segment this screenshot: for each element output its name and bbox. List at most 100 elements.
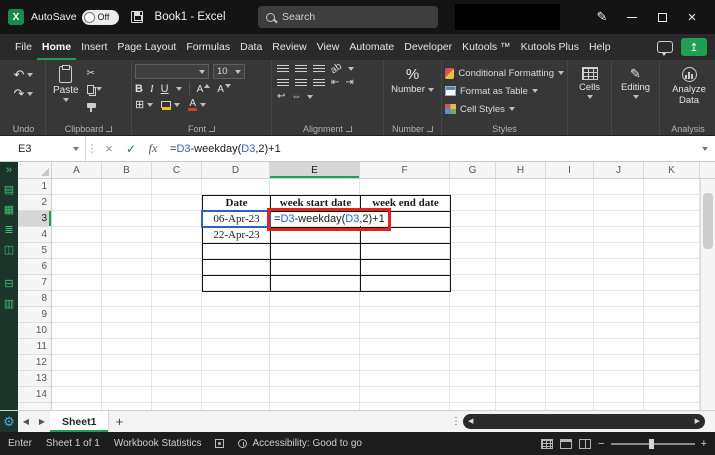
cell-D2[interactable]: Date bbox=[203, 196, 271, 212]
close-button[interactable]: × bbox=[677, 0, 707, 34]
tab-automate[interactable]: Automate bbox=[344, 34, 399, 60]
accessibility-status[interactable]: Accessibility: Good to go bbox=[238, 438, 362, 449]
row-header-10[interactable]: 10 bbox=[18, 323, 51, 339]
top-align-button[interactable] bbox=[277, 64, 289, 74]
tab-formulas[interactable]: Formulas bbox=[181, 34, 235, 60]
align-center-button[interactable] bbox=[295, 78, 307, 88]
sheet-tab-sheet1[interactable]: Sheet1 bbox=[50, 411, 110, 432]
excel-app-icon[interactable]: X bbox=[8, 9, 24, 25]
normal-view-button[interactable] bbox=[541, 438, 554, 449]
tab-page-layout[interactable]: Page Layout bbox=[112, 34, 181, 60]
zoom-slider-knob[interactable] bbox=[648, 438, 654, 449]
clipboard-dialog-launcher[interactable] bbox=[106, 126, 113, 132]
underline-button[interactable]: U bbox=[161, 83, 169, 95]
share-button[interactable]: ↥ bbox=[681, 38, 707, 56]
cell-E4[interactable] bbox=[271, 228, 361, 244]
column-header-K[interactable]: K bbox=[644, 162, 700, 178]
kutools-pane-icon-4[interactable]: ◫ bbox=[4, 245, 14, 256]
workbook-statistics[interactable]: Workbook Statistics bbox=[114, 438, 202, 449]
horizontal-scrollbar[interactable]: ◀ ▶ bbox=[463, 414, 705, 429]
tab-home[interactable]: Home bbox=[37, 34, 76, 60]
wrap-text-button[interactable]: ↩ bbox=[277, 92, 285, 102]
font-dialog-launcher[interactable] bbox=[209, 126, 215, 132]
column-header-H[interactable]: H bbox=[496, 162, 546, 178]
tab-help[interactable]: Help bbox=[584, 34, 616, 60]
scroll-left-icon[interactable]: ◀ bbox=[468, 418, 473, 425]
merge-center-button[interactable]: ⇔ bbox=[291, 92, 301, 102]
editing-button[interactable]: ✎ Editing bbox=[615, 64, 656, 99]
cell-F6[interactable] bbox=[361, 260, 451, 276]
row-header-11[interactable]: 11 bbox=[18, 339, 51, 355]
settings-gear-icon[interactable]: ⚙ bbox=[3, 415, 15, 428]
row-header-12[interactable]: 12 bbox=[18, 355, 51, 371]
tab-kutools[interactable]: Kutools ™ bbox=[457, 34, 515, 60]
number-dialog-launcher[interactable] bbox=[427, 126, 433, 132]
grid-canvas[interactable]: Date week start date week end date 06-Ap… bbox=[52, 179, 700, 410]
zoom-out-button[interactable]: − bbox=[598, 438, 604, 450]
name-box[interactable]: E3 bbox=[0, 136, 86, 161]
row-header-4[interactable]: 4 bbox=[18, 227, 51, 243]
bold-button[interactable]: B bbox=[135, 83, 143, 95]
column-header-E[interactable]: E bbox=[270, 162, 360, 178]
zoom-in-button[interactable]: + bbox=[701, 438, 707, 450]
vertical-scrollbar-thumb[interactable] bbox=[703, 193, 713, 249]
tab-bar-options-icon[interactable]: ⋮ bbox=[449, 416, 463, 427]
row-header-14[interactable]: 14 bbox=[18, 387, 51, 403]
scroll-right-icon[interactable]: ▶ bbox=[695, 418, 700, 425]
next-sheet-button[interactable]: ▶ bbox=[34, 417, 50, 426]
increase-font-size-button[interactable]: A bbox=[197, 83, 211, 95]
cancel-entry-button[interactable]: × bbox=[98, 136, 120, 161]
kutools-pane-icon-6[interactable]: ▥ bbox=[4, 299, 14, 310]
copy-button[interactable] bbox=[86, 83, 102, 95]
row-header-6[interactable]: 6 bbox=[18, 259, 51, 275]
tab-insert[interactable]: Insert bbox=[76, 34, 112, 60]
column-header-F[interactable]: F bbox=[360, 162, 450, 178]
font-color-button[interactable]: A bbox=[188, 99, 207, 111]
cell-F5[interactable] bbox=[361, 244, 451, 260]
format-painter-button[interactable] bbox=[86, 99, 102, 112]
tab-data[interactable]: Data bbox=[235, 34, 267, 60]
confirm-entry-button[interactable]: ✓ bbox=[120, 136, 142, 161]
search-box[interactable]: Search bbox=[258, 6, 438, 28]
conditional-formatting-button[interactable]: Conditional Formatting bbox=[445, 64, 564, 82]
cell-D5[interactable] bbox=[203, 244, 271, 260]
sheet-count[interactable]: Sheet 1 of 1 bbox=[46, 438, 100, 449]
new-sheet-button[interactable]: + bbox=[109, 414, 129, 429]
expand-pane-icon[interactable]: » bbox=[6, 165, 12, 176]
column-header-I[interactable]: I bbox=[546, 162, 594, 178]
tab-view[interactable]: View bbox=[312, 34, 345, 60]
column-header-C[interactable]: C bbox=[152, 162, 202, 178]
analyze-data-button[interactable]: Analyze Data bbox=[663, 64, 715, 106]
formula-bar-grip-icon[interactable]: ⋮ bbox=[86, 136, 98, 161]
cell-E6[interactable] bbox=[271, 260, 361, 276]
row-header-9[interactable]: 9 bbox=[18, 307, 51, 323]
orientation-button[interactable]: ab bbox=[329, 61, 344, 76]
cell-D4[interactable]: 22-Apr-23 bbox=[203, 228, 271, 244]
cell-F7[interactable] bbox=[361, 276, 451, 292]
increase-indent-button[interactable]: ⇥ bbox=[345, 78, 353, 88]
align-left-button[interactable] bbox=[277, 78, 289, 88]
italic-button[interactable]: I bbox=[150, 83, 154, 95]
autosave-toggle[interactable]: Off bbox=[81, 9, 119, 25]
vertical-scrollbar[interactable] bbox=[700, 179, 715, 410]
redo-button[interactable]: ↷ bbox=[14, 87, 34, 100]
macro-record-icon[interactable] bbox=[215, 439, 225, 448]
tab-kutools-plus[interactable]: Kutools Plus bbox=[516, 34, 584, 60]
tab-review[interactable]: Review bbox=[267, 34, 311, 60]
middle-align-button[interactable] bbox=[295, 64, 307, 74]
column-header-J[interactable]: J bbox=[594, 162, 644, 178]
decrease-indent-button[interactable]: ⇤ bbox=[331, 78, 339, 88]
previous-sheet-button[interactable]: ◀ bbox=[18, 417, 34, 426]
row-header-8[interactable]: 8 bbox=[18, 291, 51, 307]
page-layout-view-button[interactable] bbox=[560, 438, 573, 449]
maximize-button[interactable] bbox=[647, 0, 677, 34]
select-all-corner[interactable] bbox=[18, 162, 52, 178]
paste-button[interactable]: Paste bbox=[49, 64, 83, 121]
row-header-3[interactable]: 3 bbox=[18, 211, 51, 227]
draw-pen-icon[interactable]: ✎ bbox=[587, 0, 617, 34]
undo-button[interactable]: ↶ bbox=[14, 68, 34, 81]
minimize-button[interactable] bbox=[617, 0, 647, 34]
kutools-pane-icon-1[interactable]: ▤ bbox=[4, 185, 14, 196]
number-format-button[interactable]: % Number bbox=[387, 64, 438, 95]
row-header-1[interactable]: 1 bbox=[18, 179, 51, 195]
